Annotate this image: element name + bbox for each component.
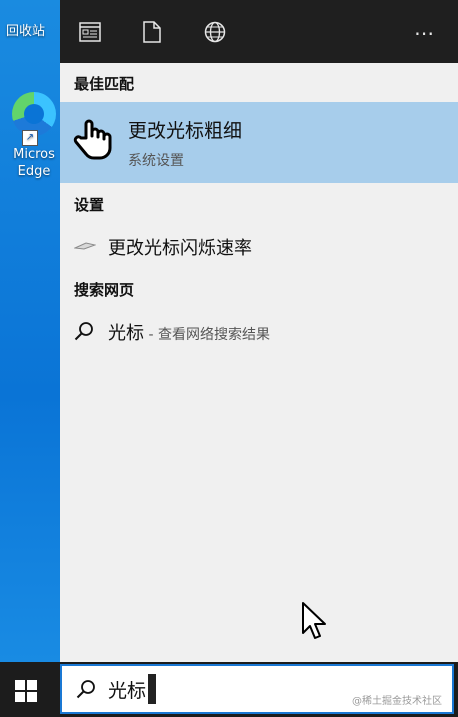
best-match-title: 更改光标粗细 [128, 120, 243, 142]
search-panel: ⋯ 最佳匹配 更改光标粗细 系统设置 设置 更改光标闪烁速率 搜索网页 光标 -… [60, 0, 458, 662]
watermark: @稀土掘金技术社区 [352, 696, 442, 707]
settings-item-cursor-blink[interactable]: 更改光标闪烁速率 [60, 226, 458, 266]
more-options-icon[interactable]: ⋯ [414, 21, 436, 45]
web-result-text: 光标 - 查看网络搜索结果 [108, 323, 270, 344]
text-caret [148, 674, 156, 704]
settings-item-label: 更改光标闪烁速率 [108, 238, 252, 259]
web-result-item[interactable]: 光标 - 查看网络搜索结果 [60, 311, 458, 351]
edge-logo-icon: ↗ [12, 92, 56, 146]
desktop-icon-edge[interactable]: ↗ Micros Edge [8, 92, 60, 180]
search-icon [74, 322, 93, 341]
section-best-match: 最佳匹配 [74, 75, 135, 93]
taskbar-search-box[interactable]: 光标 @稀土掘金技术社区 [60, 664, 454, 714]
section-search-web: 搜索网页 [74, 281, 135, 299]
best-match-item[interactable]: 更改光标粗细 系统设置 [60, 102, 458, 183]
search-input[interactable]: 光标 [108, 676, 146, 703]
best-match-subtitle: 系统设置 [128, 153, 184, 169]
hand-cursor-icon [73, 119, 112, 160]
edge-label: Micros Edge [13, 147, 55, 179]
search-icon [76, 680, 95, 699]
taskbar: 光标 @稀土掘金技术社区 [0, 662, 458, 717]
document-icon[interactable] [140, 20, 164, 44]
section-settings: 设置 [74, 196, 105, 214]
mouse-pointer-icon [302, 602, 326, 639]
web-icon[interactable] [203, 20, 227, 44]
apps-icon[interactable] [78, 20, 102, 44]
windows-start-icon[interactable] [15, 680, 37, 702]
mouse-icon [74, 242, 96, 250]
recycle-bin-label: 回收站 [6, 24, 46, 39]
shortcut-arrow-icon: ↗ [22, 130, 38, 146]
search-topbar: ⋯ [60, 0, 458, 63]
